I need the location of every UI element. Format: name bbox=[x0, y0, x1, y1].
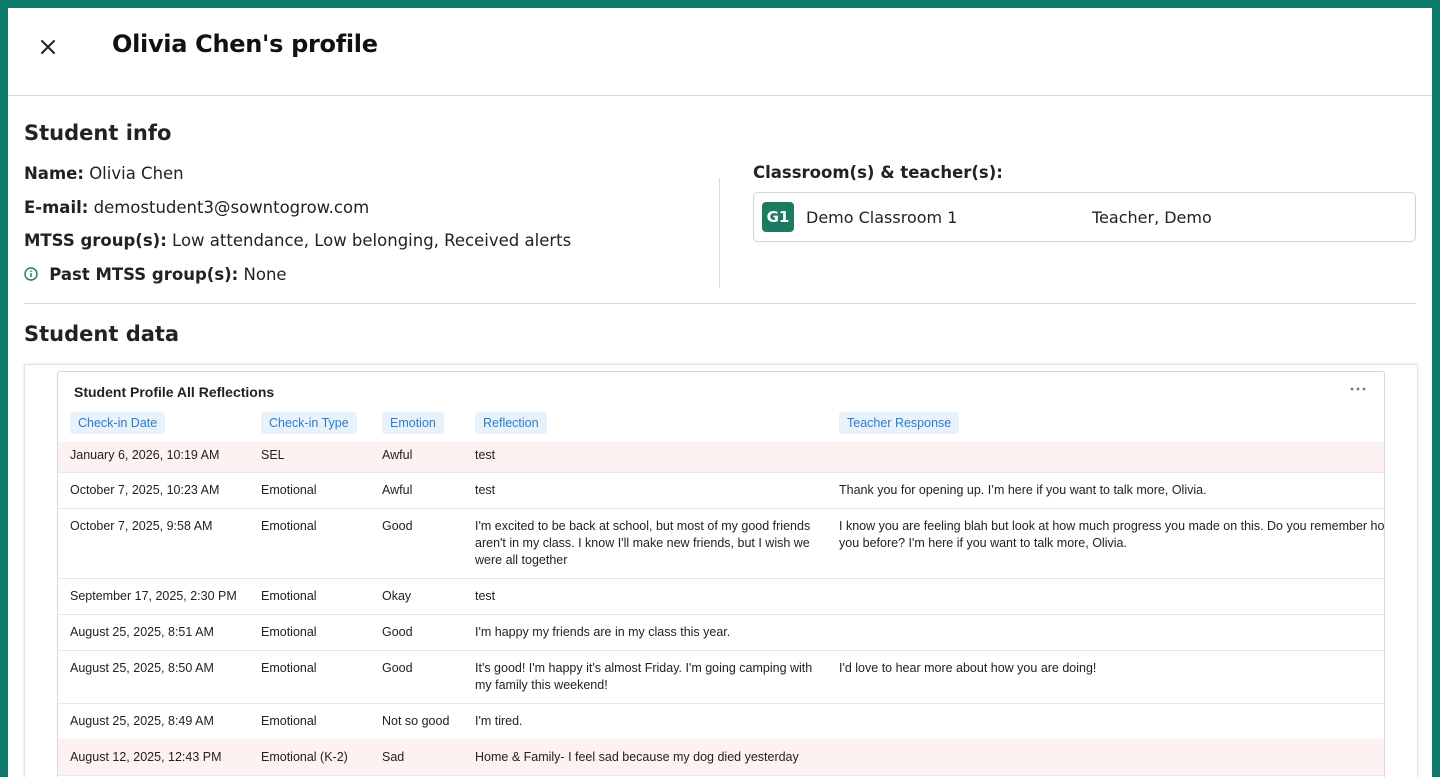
table-row[interactable]: August 25, 2025, 8:49 AM Emotional Not so … bbox=[58, 703, 1384, 740]
cell-checkin-date: August 25, 2025, 8:51 AM bbox=[70, 625, 214, 639]
cell-checkin-date: January 6, 2026, 10:19 AM bbox=[70, 448, 220, 462]
mtss-line: MTSS group(s): Low attendance, Low belon… bbox=[24, 231, 571, 250]
table-row[interactable]: October 7, 2025, 10:23 AM Emotional Awful t… bbox=[58, 472, 1384, 509]
student-info-heading: Student info bbox=[24, 121, 172, 145]
cell-reflection: Home & Family- I feel sad because my dog… bbox=[475, 750, 799, 764]
cell-checkin-type: Emotional bbox=[261, 714, 317, 728]
table-row[interactable]: September 17, 2025, 2:30 PM Emotional Okay… bbox=[58, 578, 1384, 615]
email-value: demostudent3@sowntogrow.com bbox=[93, 198, 370, 217]
mtss-label: MTSS group(s): bbox=[24, 231, 167, 250]
cell-checkin-date: October 7, 2025, 10:23 AM bbox=[70, 483, 220, 497]
cell-checkin-type: Emotional bbox=[261, 589, 317, 603]
reflections-report: Student Profile All Reflections Check-in… bbox=[57, 371, 1385, 777]
name-value: Olivia Chen bbox=[89, 164, 184, 183]
cell-checkin-date: August 12, 2025, 12:43 PM bbox=[70, 750, 222, 764]
cell-emotion: Good bbox=[382, 519, 413, 533]
report-title: Student Profile All Reflections bbox=[74, 384, 275, 400]
cell-checkin-date: October 7, 2025, 9:58 AM bbox=[70, 519, 213, 533]
cell-emotion: Awful bbox=[382, 448, 413, 462]
cell-checkin-type: Emotional bbox=[261, 483, 317, 497]
cell-emotion: Good bbox=[382, 661, 413, 675]
cell-emotion: Sad bbox=[382, 750, 405, 764]
close-icon[interactable] bbox=[36, 35, 60, 59]
more-options-icon[interactable] bbox=[1348, 380, 1368, 398]
cell-teacher-response: Thank you for opening up. I’m here if yo… bbox=[839, 483, 1207, 497]
table-row[interactable]: October 7, 2025, 9:58 AM Emotional Good I'm… bbox=[58, 508, 1384, 579]
column-header-checkin-type[interactable]: Check-in Type bbox=[261, 412, 357, 434]
cell-reflection: test bbox=[475, 448, 496, 462]
cell-checkin-type: Emotional (K-2) bbox=[261, 750, 348, 764]
past-mtss-line: Past MTSS group(s): None bbox=[24, 265, 287, 284]
profile-header: Olivia Chen's profile bbox=[8, 8, 1432, 96]
table-row[interactable]: January 6, 2026, 10:19 AM SEL Awful test bbox=[58, 442, 1384, 473]
cell-checkin-date: September 17, 2025, 2:30 PM bbox=[70, 589, 237, 603]
cell-checkin-date: August 25, 2025, 8:50 AM bbox=[70, 661, 214, 675]
email-label: E-mail: bbox=[24, 198, 89, 217]
column-divider bbox=[719, 178, 720, 288]
cell-checkin-date: August 25, 2025, 8:49 AM bbox=[70, 714, 214, 728]
classroom-card[interactable]: G1 Demo Classroom 1 Teacher, Demo bbox=[753, 192, 1416, 242]
table-row[interactable]: August 25, 2025, 8:50 AM Emotional Good It'… bbox=[58, 650, 1384, 704]
profile-panel: Olivia Chen's profile Student info Name:… bbox=[8, 8, 1432, 777]
cell-reflection: test bbox=[475, 589, 496, 603]
info-icon[interactable] bbox=[24, 266, 38, 281]
cell-emotion: Awful bbox=[382, 483, 413, 497]
cell-emotion: Not so good bbox=[382, 714, 450, 728]
cell-reflection: I'm happy my friends are in my class thi… bbox=[475, 625, 731, 639]
mtss-value: Low attendance, Low belonging, Received … bbox=[172, 231, 572, 250]
column-header-emotion[interactable]: Emotion bbox=[382, 412, 444, 434]
table-row[interactable]: August 25, 2025, 8:51 AM Emotional Good I'm… bbox=[58, 614, 1384, 651]
teacher-name: Teacher, Demo bbox=[1092, 208, 1212, 227]
cell-emotion: Good bbox=[382, 625, 413, 639]
student-data-container: Student Profile All Reflections Check-in… bbox=[24, 364, 1418, 777]
column-header-teacher-response[interactable]: Teacher Response bbox=[839, 412, 960, 434]
name-line: Name: Olivia Chen bbox=[24, 164, 184, 183]
classroom-name: Demo Classroom 1 bbox=[806, 208, 958, 227]
cell-emotion: Okay bbox=[382, 589, 412, 603]
past-mtss-label: Past MTSS group(s): bbox=[49, 265, 239, 284]
cell-teacher-response: I'd love to hear more about how you are … bbox=[839, 661, 1097, 675]
section-divider bbox=[24, 303, 1416, 304]
cell-reflection: I'm tired. bbox=[475, 714, 523, 728]
table-row[interactable]: August 12, 2025, 12:43 PM Emotional (K-2)… bbox=[58, 739, 1384, 776]
email-line: E-mail: demostudent3@sowntogrow.com bbox=[24, 198, 369, 217]
column-header-reflection[interactable]: Reflection bbox=[475, 412, 547, 434]
cell-reflection: I'm excited to be back at school, but mo… bbox=[475, 519, 811, 567]
cell-checkin-type: Emotional bbox=[261, 625, 317, 639]
name-label: Name: bbox=[24, 164, 84, 183]
past-mtss-value: None bbox=[243, 265, 287, 284]
cell-reflection: It's good! I'm happy it's almost Friday.… bbox=[475, 661, 813, 692]
classrooms-label: Classroom(s) & teacher(s): bbox=[753, 163, 1003, 182]
classroom-badge: G1 bbox=[762, 202, 794, 232]
column-header-checkin-date[interactable]: Check-in Date bbox=[70, 412, 166, 434]
page-title: Olivia Chen's profile bbox=[112, 30, 378, 58]
cell-teacher-response: I know you are feeling blah but look at … bbox=[839, 519, 1385, 550]
cell-checkin-type: Emotional bbox=[261, 661, 317, 675]
student-data-heading: Student data bbox=[24, 322, 180, 346]
cell-checkin-type: Emotional bbox=[261, 519, 317, 533]
cell-reflection: test bbox=[475, 483, 496, 497]
cell-checkin-type: SEL bbox=[261, 448, 285, 462]
